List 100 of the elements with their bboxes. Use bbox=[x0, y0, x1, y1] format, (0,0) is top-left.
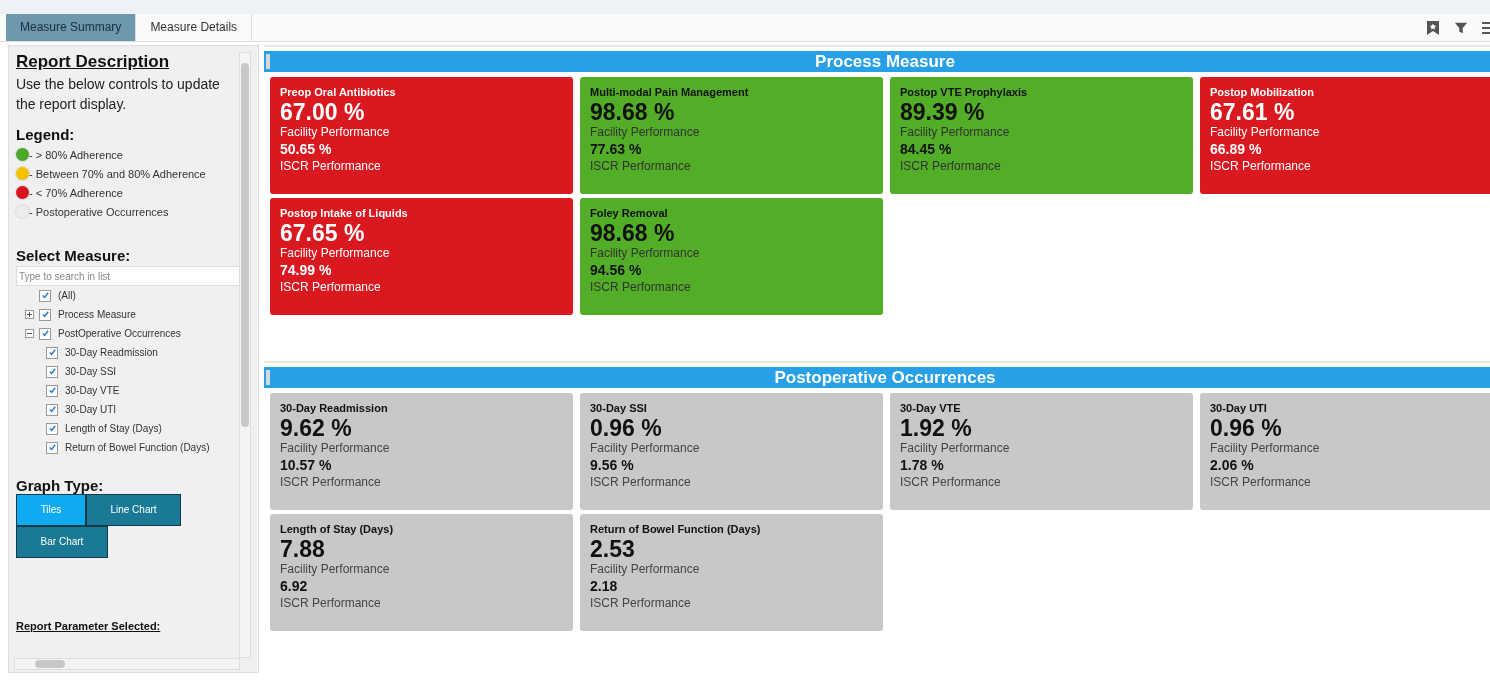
tile-value: 2.06 % bbox=[1210, 456, 1255, 475]
tile-title: Foley Removal bbox=[590, 207, 669, 220]
checkbox[interactable] bbox=[39, 327, 51, 340]
description-text: Use the below controls to update the report display. bbox=[16, 75, 221, 114]
checkbox[interactable] bbox=[39, 289, 51, 302]
tile-value: 1.92 % bbox=[900, 415, 973, 441]
tile-label: Facility Performance bbox=[280, 441, 391, 456]
report-description-heading: Report Description bbox=[16, 52, 171, 72]
tile-value: 67.65 % bbox=[280, 220, 366, 246]
checkbox[interactable] bbox=[46, 422, 58, 435]
checkbox[interactable] bbox=[46, 441, 58, 454]
tile-label: ISCR Performance bbox=[280, 280, 382, 295]
tile-label: ISCR Performance bbox=[1210, 475, 1312, 490]
tile-label: Facility Performance bbox=[1210, 125, 1321, 140]
tile-label: ISCR Performance bbox=[590, 596, 692, 611]
tile-title: 30-Day UTI bbox=[1210, 402, 1268, 415]
section-title: Postoperative Occurrences bbox=[774, 367, 996, 388]
legend-heading: Legend: bbox=[16, 126, 76, 143]
tile-label: ISCR Performance bbox=[1210, 159, 1312, 174]
tile-label: Facility Performance bbox=[280, 246, 391, 261]
search-field[interactable]: Type to search in list bbox=[16, 266, 240, 286]
tile-title: Return of Bowel Function (Days) bbox=[590, 523, 762, 536]
tree-item[interactable]: Return of Bowel Function (Days) bbox=[65, 442, 210, 453]
checkbox[interactable] bbox=[46, 346, 58, 359]
scrollbar[interactable] bbox=[239, 52, 251, 658]
tile-value: 6.92 bbox=[280, 577, 309, 596]
tree-item[interactable]: Process Measure bbox=[58, 309, 136, 320]
tile-value: 98.68 % bbox=[590, 99, 676, 125]
tile-value: 74.99 % bbox=[280, 261, 333, 280]
tile-title: Postop VTE Prophylaxis bbox=[900, 86, 1029, 99]
tile-title: Postop Intake of Liquids bbox=[280, 207, 409, 220]
tile-label: ISCR Performance bbox=[900, 159, 1002, 174]
tile-label: Facility Performance bbox=[590, 246, 701, 261]
tile-value: 98.68 % bbox=[590, 220, 676, 246]
tile-label: ISCR Performance bbox=[590, 159, 692, 174]
tree-item[interactable]: PostOperative Occurrences bbox=[58, 328, 181, 339]
tile-value: 67.00 % bbox=[280, 99, 366, 125]
tree-item[interactable]: 30-Day Readmission bbox=[65, 347, 158, 358]
tile-title: 30-Day SSI bbox=[590, 402, 648, 415]
menu-icon[interactable] bbox=[1482, 19, 1490, 36]
tile-value: 1.78 % bbox=[900, 456, 945, 475]
legend-label: - < 70% Adherence bbox=[29, 186, 123, 199]
tile-title: 30-Day VTE bbox=[900, 402, 962, 415]
tile-value: 89.39 % bbox=[900, 99, 986, 125]
legend-label: - Postoperative Occurrences bbox=[29, 205, 169, 218]
tile-label: Facility Performance bbox=[280, 562, 391, 577]
tile-label: Facility Performance bbox=[590, 441, 701, 456]
tile-label: Facility Performance bbox=[590, 562, 701, 577]
graph-type-button[interactable]: Bar Chart bbox=[16, 526, 108, 558]
bookmark-icon[interactable] bbox=[1426, 19, 1440, 36]
legend-label: - Between 70% and 80% Adherence bbox=[29, 167, 206, 180]
tile-value: 94.56 % bbox=[590, 261, 643, 280]
tile-title: Length of Stay (Days) bbox=[280, 523, 395, 536]
report-parameter-heading: Report Parameter Selected: bbox=[16, 620, 162, 632]
tile-label: ISCR Performance bbox=[590, 280, 692, 295]
tile-value: 0.96 % bbox=[590, 415, 663, 441]
tree-item[interactable]: 30-Day VTE bbox=[65, 385, 120, 396]
collapse-icon[interactable] bbox=[25, 329, 34, 338]
tile-value: 7.88 bbox=[280, 536, 326, 562]
tile-value: 2.53 bbox=[590, 536, 636, 562]
tile-title: 30-Day Readmission bbox=[280, 402, 389, 415]
tile-value: 66.89 % bbox=[1210, 140, 1263, 159]
graph-type-button[interactable]: Line Chart bbox=[86, 494, 181, 526]
tile-label: Facility Performance bbox=[590, 125, 701, 140]
tile-value: 9.56 % bbox=[590, 456, 635, 475]
checkbox[interactable] bbox=[46, 384, 58, 397]
tree-item[interactable]: (All) bbox=[58, 290, 76, 301]
tile-title: Multi-modal Pain Management bbox=[590, 86, 750, 99]
tile-value: 2.18 bbox=[590, 577, 619, 596]
tile-label: Facility Performance bbox=[1210, 441, 1321, 456]
tree-item[interactable]: 30-Day UTI bbox=[65, 404, 117, 415]
tile-label: ISCR Performance bbox=[590, 475, 692, 490]
tile-value: 0.96 % bbox=[1210, 415, 1283, 441]
tile-label: Facility Performance bbox=[280, 125, 391, 140]
tile-value: 67.61 % bbox=[1210, 99, 1296, 125]
tile-value: 77.63 % bbox=[590, 140, 643, 159]
tile-label: Facility Performance bbox=[900, 125, 1011, 140]
tile-value: 84.45 % bbox=[900, 140, 953, 159]
tree-item[interactable]: Length of Stay (Days) bbox=[65, 423, 162, 434]
checkbox[interactable] bbox=[46, 365, 58, 378]
tile-label: Facility Performance bbox=[900, 441, 1011, 456]
tile-title: Preop Oral Antibiotics bbox=[280, 86, 397, 99]
tile-label: ISCR Performance bbox=[280, 596, 382, 611]
tile-value: 9.62 % bbox=[280, 415, 353, 441]
section-title: Process Measure bbox=[815, 51, 955, 72]
expand-icon[interactable] bbox=[25, 310, 34, 319]
tile-label: ISCR Performance bbox=[900, 475, 1002, 490]
tile-label: ISCR Performance bbox=[280, 475, 382, 490]
checkbox[interactable] bbox=[46, 403, 58, 416]
tile-title: Postop Mobilization bbox=[1210, 86, 1315, 99]
graph-type-heading: Graph Type: bbox=[16, 477, 105, 494]
tile-label: ISCR Performance bbox=[280, 159, 382, 174]
tile-value: 10.57 % bbox=[280, 456, 333, 475]
legend-label: - > 80% Adherence bbox=[29, 148, 123, 161]
tile-value: 50.65 % bbox=[280, 140, 333, 159]
checkbox[interactable] bbox=[39, 308, 51, 321]
tab[interactable]: Measure Summary bbox=[6, 14, 137, 41]
tree-item[interactable]: 30-Day SSI bbox=[65, 366, 117, 377]
select-measure-heading: Select Measure: bbox=[16, 247, 132, 264]
scrollbar[interactable] bbox=[14, 658, 240, 670]
